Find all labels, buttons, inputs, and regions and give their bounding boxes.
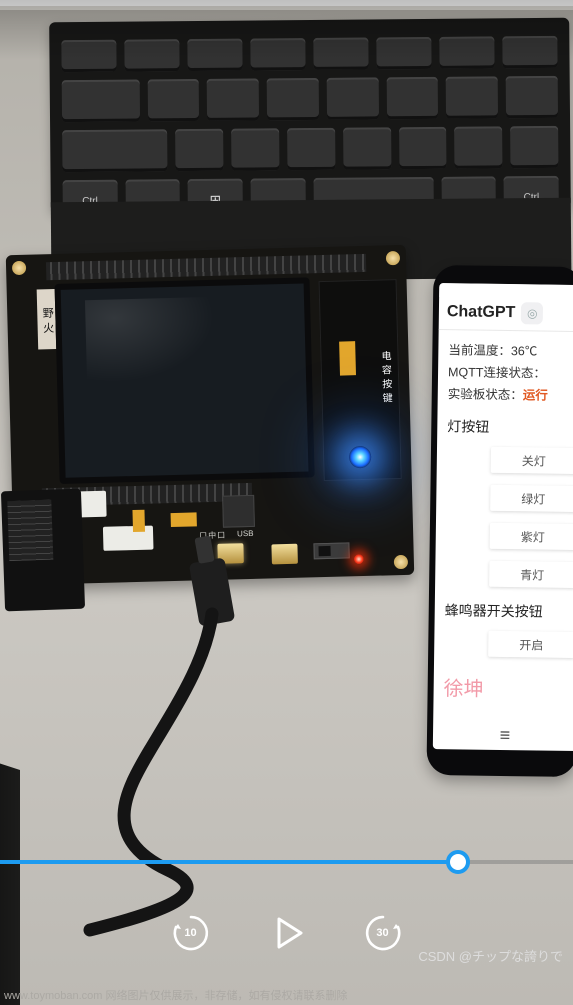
keyboard-row bbox=[62, 126, 558, 172]
key bbox=[147, 79, 199, 121]
status-line-temp: 当前温度：36℃ bbox=[448, 339, 572, 360]
watermark-bottom: www.toymoban.com 网络图片仅供展示，非存储，如有侵权请联系删除 bbox=[4, 987, 569, 1003]
board-status-value: 运行 bbox=[523, 388, 548, 402]
video-progress-bar[interactable] bbox=[0, 850, 573, 874]
key bbox=[231, 128, 279, 170]
light-off-button[interactable]: 关灯 bbox=[491, 447, 573, 474]
key bbox=[446, 76, 498, 118]
key bbox=[399, 127, 447, 169]
status-line-mqtt: MQTT连接状态： bbox=[448, 361, 572, 382]
keyboard-row bbox=[62, 76, 558, 122]
key bbox=[506, 76, 558, 118]
buzzer-section-title: 蜂鸣器开关按钮 bbox=[445, 600, 569, 622]
footer-name: 徐坤 bbox=[443, 672, 567, 703]
forward-label: 30 bbox=[376, 927, 388, 939]
rewind-10-button[interactable]: 10 bbox=[169, 911, 213, 955]
connector bbox=[103, 526, 154, 551]
pin-header bbox=[46, 254, 366, 280]
usb-port bbox=[271, 544, 298, 565]
key bbox=[287, 128, 335, 170]
play-button[interactable] bbox=[265, 911, 309, 955]
key bbox=[175, 129, 223, 171]
key bbox=[62, 129, 168, 172]
smartphone: ChatGPT ◎ 当前温度：36℃ MQTT连接状态： 实验板状态：运行 灯按… bbox=[426, 265, 573, 777]
temp-value: 36℃ bbox=[511, 344, 538, 358]
key bbox=[343, 127, 391, 169]
light-green-button[interactable]: 绿灯 bbox=[490, 485, 573, 512]
app-header: ChatGPT ◎ bbox=[439, 297, 573, 332]
buzzer-buttons: 开启 bbox=[444, 630, 573, 658]
power-switch bbox=[313, 542, 349, 559]
light-buttons: 关灯 绿灯 紫灯 青灯 bbox=[445, 446, 573, 588]
forward-30-button[interactable]: 30 bbox=[361, 911, 405, 955]
scene-photo: Ctrl ⊞ Ctrl 野火 电容按键 口中口 USB bbox=[0, 0, 573, 1005]
jumper bbox=[132, 510, 145, 532]
app-title: ChatGPT bbox=[447, 303, 516, 322]
menu-icon[interactable]: ≡ bbox=[500, 725, 511, 746]
status-line-board: 实验板状态：运行 bbox=[448, 383, 572, 404]
board-status-label: 实验板状态： bbox=[448, 387, 523, 402]
buzzer-on-button[interactable]: 开启 bbox=[488, 631, 573, 658]
mqtt-label: MQTT连接状态： bbox=[448, 365, 546, 380]
ic-chip bbox=[222, 495, 255, 528]
key bbox=[267, 78, 319, 120]
key bbox=[207, 78, 259, 120]
pin-header bbox=[7, 500, 53, 561]
light-cyan-button[interactable]: 青灯 bbox=[489, 561, 573, 588]
phone-screen: ChatGPT ◎ 当前温度：36℃ MQTT连接状态： 实验板状态：运行 灯按… bbox=[433, 283, 573, 751]
temp-label: 当前温度： bbox=[448, 343, 511, 358]
progress-thumb[interactable] bbox=[446, 850, 470, 874]
key bbox=[386, 77, 438, 119]
phone-nav-bar[interactable]: ≡ bbox=[433, 724, 573, 747]
daughter-board bbox=[1, 489, 85, 612]
standoff bbox=[394, 555, 408, 569]
board-brand-label: 野火 bbox=[37, 289, 57, 349]
header-icon: ◎ bbox=[521, 302, 543, 324]
rewind-label: 10 bbox=[184, 927, 196, 939]
app-content: 当前温度：36℃ MQTT连接状态： 实验板状态：运行 灯按钮 关灯 绿灯 紫灯… bbox=[433, 330, 573, 703]
standoff bbox=[386, 251, 400, 265]
key bbox=[510, 126, 558, 168]
component bbox=[339, 341, 356, 375]
silk-label: USB bbox=[237, 529, 254, 538]
light-section-title: 灯按钮 bbox=[447, 416, 571, 438]
touch-label: 电容按键 bbox=[379, 350, 394, 406]
standoff bbox=[12, 261, 26, 275]
key bbox=[327, 77, 379, 119]
watermark-author: CSDN @チップな誇りで bbox=[418, 946, 563, 965]
key bbox=[62, 79, 140, 122]
progress-fill bbox=[0, 860, 458, 864]
light-purple-button[interactable]: 紫灯 bbox=[490, 523, 573, 550]
jumper bbox=[171, 512, 197, 527]
key bbox=[454, 126, 502, 168]
watermark-site: www.toymoban.com 网络图片仅供展示，非存储，如有侵权请联系删除 bbox=[4, 987, 347, 1003]
power-led bbox=[354, 554, 364, 564]
lcd-screen bbox=[55, 277, 315, 484]
video-top-gradient bbox=[0, 0, 573, 60]
